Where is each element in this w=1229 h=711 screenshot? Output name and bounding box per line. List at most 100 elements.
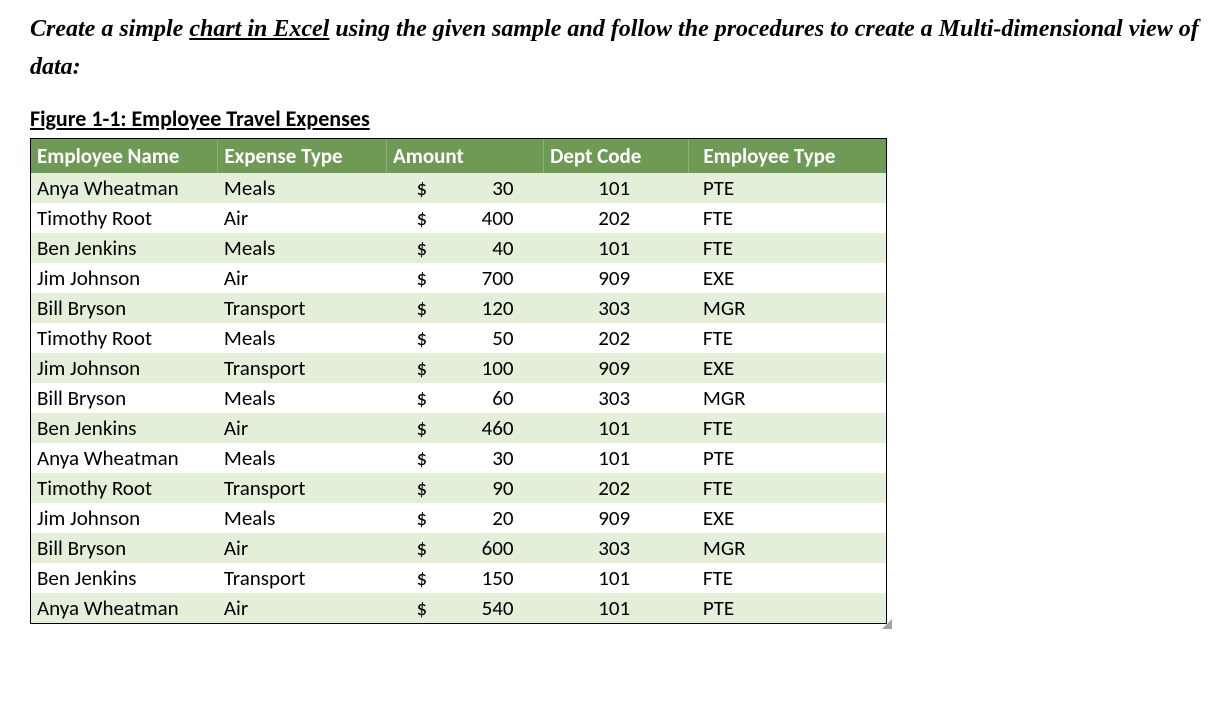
cell-employee-type: PTE: [689, 593, 886, 623]
cell-employee-name: Timothy Root: [31, 323, 218, 353]
table-row: Ben JenkinsMeals$40101FTE: [31, 233, 886, 263]
cell-employee-name: Bill Bryson: [31, 293, 218, 323]
cell-dept-code: 101: [544, 233, 689, 263]
cell-employee-type: MGR: [689, 293, 886, 323]
cell-dept-code: 909: [544, 503, 689, 533]
cell-currency-symbol: $: [387, 563, 450, 593]
document-page: Create a simple chart in Excel using the…: [0, 0, 1229, 644]
cell-expense-type: Transport: [218, 563, 387, 593]
cell-currency-symbol: $: [387, 203, 450, 233]
cell-currency-symbol: $: [387, 353, 450, 383]
table-row: Timothy RootAir$400202FTE: [31, 203, 886, 233]
cell-currency-symbol: $: [387, 533, 450, 563]
table-row: Ben JenkinsTransport$150101FTE: [31, 563, 886, 593]
cell-dept-code: 303: [544, 293, 689, 323]
cell-employee-name: Ben Jenkins: [31, 563, 218, 593]
cell-expense-type: Air: [218, 533, 387, 563]
cell-amount: 600: [450, 533, 544, 563]
cell-currency-symbol: $: [387, 293, 450, 323]
cell-dept-code: 202: [544, 203, 689, 233]
table-row: Jim JohnsonTransport$100909EXE: [31, 353, 886, 383]
cell-dept-code: 303: [544, 383, 689, 413]
cell-employee-name: Anya Wheatman: [31, 593, 218, 623]
cell-dept-code: 909: [544, 353, 689, 383]
cell-dept-code: 101: [544, 173, 689, 203]
cell-currency-symbol: $: [387, 383, 450, 413]
table-row: Jim JohnsonMeals$20909EXE: [31, 503, 886, 533]
cell-expense-type: Transport: [218, 293, 387, 323]
expenses-table-wrap: Employee Name Expense Type Amount Dept C…: [30, 138, 887, 624]
table-row: Anya WheatmanAir$540101PTE: [31, 593, 886, 623]
table-row: Timothy RootMeals$50202FTE: [31, 323, 886, 353]
table-row: Anya WheatmanMeals$30101PTE: [31, 443, 886, 473]
cell-employee-type: PTE: [689, 173, 886, 203]
cell-expense-type: Meals: [218, 233, 387, 263]
cell-employee-name: Anya Wheatman: [31, 443, 218, 473]
cell-employee-type: FTE: [689, 413, 886, 443]
cell-employee-type: FTE: [689, 323, 886, 353]
cell-employee-type: FTE: [689, 203, 886, 233]
cell-amount: 700: [450, 263, 544, 293]
cell-amount: 460: [450, 413, 544, 443]
cell-amount: 90: [450, 473, 544, 503]
col-header-dept-code: Dept Code: [544, 139, 689, 173]
expenses-body: Anya WheatmanMeals$30101PTETimothy RootA…: [31, 173, 886, 623]
table-row: Jim JohnsonAir$700909EXE: [31, 263, 886, 293]
instruction-prefix: Create a simple: [30, 16, 189, 42]
table-row: Ben JenkinsAir$460101FTE: [31, 413, 886, 443]
cell-amount: 400: [450, 203, 544, 233]
cell-dept-code: 101: [544, 593, 689, 623]
cell-currency-symbol: $: [387, 473, 450, 503]
cell-currency-symbol: $: [387, 323, 450, 353]
cell-amount: 150: [450, 563, 544, 593]
cell-currency-symbol: $: [387, 413, 450, 443]
cell-employee-name: Jim Johnson: [31, 353, 218, 383]
cell-employee-name: Anya Wheatman: [31, 173, 218, 203]
cell-amount: 40: [450, 233, 544, 263]
cell-employee-name: Bill Bryson: [31, 383, 218, 413]
cell-employee-name: Jim Johnson: [31, 263, 218, 293]
table-header-row: Employee Name Expense Type Amount Dept C…: [31, 139, 886, 173]
cell-currency-symbol: $: [387, 593, 450, 623]
col-header-employee-type: Employee Type: [689, 139, 886, 173]
col-header-amount: Amount: [387, 139, 544, 173]
cell-currency-symbol: $: [387, 263, 450, 293]
cell-expense-type: Meals: [218, 173, 387, 203]
cell-expense-type: Air: [218, 263, 387, 293]
instruction-paragraph: Create a simple chart in Excel using the…: [30, 10, 1209, 87]
cell-dept-code: 202: [544, 473, 689, 503]
expenses-table: Employee Name Expense Type Amount Dept C…: [31, 139, 886, 623]
cell-expense-type: Air: [218, 203, 387, 233]
cell-amount: 540: [450, 593, 544, 623]
cell-employee-type: EXE: [689, 353, 886, 383]
table-row: Timothy RootTransport$90202FTE: [31, 473, 886, 503]
cell-expense-type: Meals: [218, 443, 387, 473]
cell-employee-type: FTE: [689, 233, 886, 263]
cell-employee-name: Timothy Root: [31, 203, 218, 233]
cell-employee-type: MGR: [689, 383, 886, 413]
table-row: Anya WheatmanMeals$30101PTE: [31, 173, 886, 203]
cell-employee-name: Timothy Root: [31, 473, 218, 503]
cell-employee-type: EXE: [689, 263, 886, 293]
cell-amount: 100: [450, 353, 544, 383]
cell-dept-code: 101: [544, 413, 689, 443]
table-row: Bill BrysonTransport$120303MGR: [31, 293, 886, 323]
cell-amount: 20: [450, 503, 544, 533]
cell-expense-type: Meals: [218, 383, 387, 413]
cell-amount: 120: [450, 293, 544, 323]
table-row: Bill BrysonMeals$60303MGR: [31, 383, 886, 413]
cell-employee-name: Jim Johnson: [31, 503, 218, 533]
cell-dept-code: 101: [544, 443, 689, 473]
cell-currency-symbol: $: [387, 443, 450, 473]
col-header-name: Employee Name: [31, 139, 218, 173]
cell-currency-symbol: $: [387, 233, 450, 263]
cell-currency-symbol: $: [387, 503, 450, 533]
cell-expense-type: Transport: [218, 473, 387, 503]
instruction-underlined: chart in Excel: [189, 16, 329, 42]
cell-employee-type: FTE: [689, 473, 886, 503]
cell-employee-type: MGR: [689, 533, 886, 563]
cell-amount: 30: [450, 173, 544, 203]
cell-currency-symbol: $: [387, 173, 450, 203]
cell-amount: 50: [450, 323, 544, 353]
cell-expense-type: Air: [218, 593, 387, 623]
